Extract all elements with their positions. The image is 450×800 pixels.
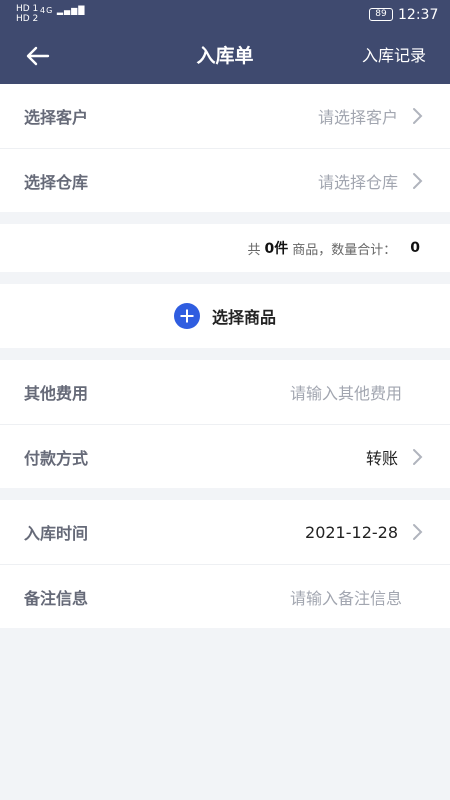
goods-summary: 共 0件 商品，数量合计： 0: [0, 224, 450, 272]
party-section: 选择客户 请选择客户 选择仓库 请选择仓库: [0, 84, 450, 212]
customer-label: 选择客户: [24, 108, 89, 127]
select-goods-section: 选择商品: [0, 284, 450, 348]
plus-icon: [173, 303, 200, 329]
summary-prefix: 共: [247, 242, 261, 258]
sim1-label: HD 1: [16, 4, 39, 14]
payment-method-row[interactable]: 付款方式 转账: [0, 424, 450, 488]
other-fee-row: 其他费用 请输入其他费用: [0, 360, 450, 424]
header-bar: HD 1 HD 2 4G ▂▄▆█ 89 12:37 入库单 入库记录: [0, 0, 450, 84]
status-bar: HD 1 HD 2 4G ▂▄▆█ 89 12:37: [0, 0, 450, 30]
warehouse-placeholder: 请选择仓库: [317, 172, 398, 192]
sim-indicators: HD 1 HD 2: [16, 4, 38, 24]
history-link[interactable]: 入库记录: [362, 45, 426, 67]
chevron-right-icon: [413, 524, 423, 540]
select-goods-label: 选择商品: [211, 308, 276, 327]
status-time: 12:37: [398, 7, 439, 23]
network-label: 4G: [40, 6, 54, 15]
payment-method-label: 付款方式: [24, 448, 89, 468]
signal-icon: 4G ▂▄▆█: [40, 6, 86, 15]
chevron-right-icon: [413, 173, 423, 189]
other-fee-input[interactable]: 请输入其他费用: [290, 380, 402, 404]
info-section: 入库时间 2021-12-28 备注信息 请输入备注信息: [0, 500, 450, 628]
battery-icon: 89: [369, 8, 393, 21]
customer-row[interactable]: 选择客户 请选择客户: [0, 84, 450, 148]
customer-placeholder: 请选择客户: [317, 108, 398, 127]
sim2-label: HD 2: [16, 14, 39, 24]
in-time-row[interactable]: 入库时间 2021-12-28: [0, 500, 450, 564]
nav-bar: 入库单 入库记录: [0, 30, 450, 84]
chevron-right-icon: [413, 449, 423, 465]
in-time-value: 2021-12-28: [305, 522, 398, 542]
warehouse-label: 选择仓库: [24, 172, 89, 192]
payment-section: 其他费用 请输入其他费用 付款方式 转账: [0, 360, 450, 488]
chevron-right-icon: [413, 108, 423, 124]
warehouse-row[interactable]: 选择仓库 请选择仓库: [0, 148, 450, 212]
summary-count: 0件: [264, 241, 289, 257]
remark-input[interactable]: 请输入备注信息: [290, 585, 402, 609]
other-fee-label: 其他费用: [24, 384, 89, 403]
remark-label: 备注信息: [24, 588, 89, 608]
summary-section: 共 0件 商品，数量合计： 0: [0, 224, 450, 272]
select-goods-button[interactable]: 选择商品: [0, 284, 450, 348]
battery-level: 89: [375, 9, 387, 19]
summary-middle: 商品，数量合计：: [292, 242, 397, 258]
in-time-label: 入库时间: [24, 524, 89, 543]
remark-row: 备注信息 请输入备注信息: [0, 564, 450, 628]
payment-method-value: 转账: [365, 448, 398, 468]
summary-total: 0: [410, 240, 420, 256]
